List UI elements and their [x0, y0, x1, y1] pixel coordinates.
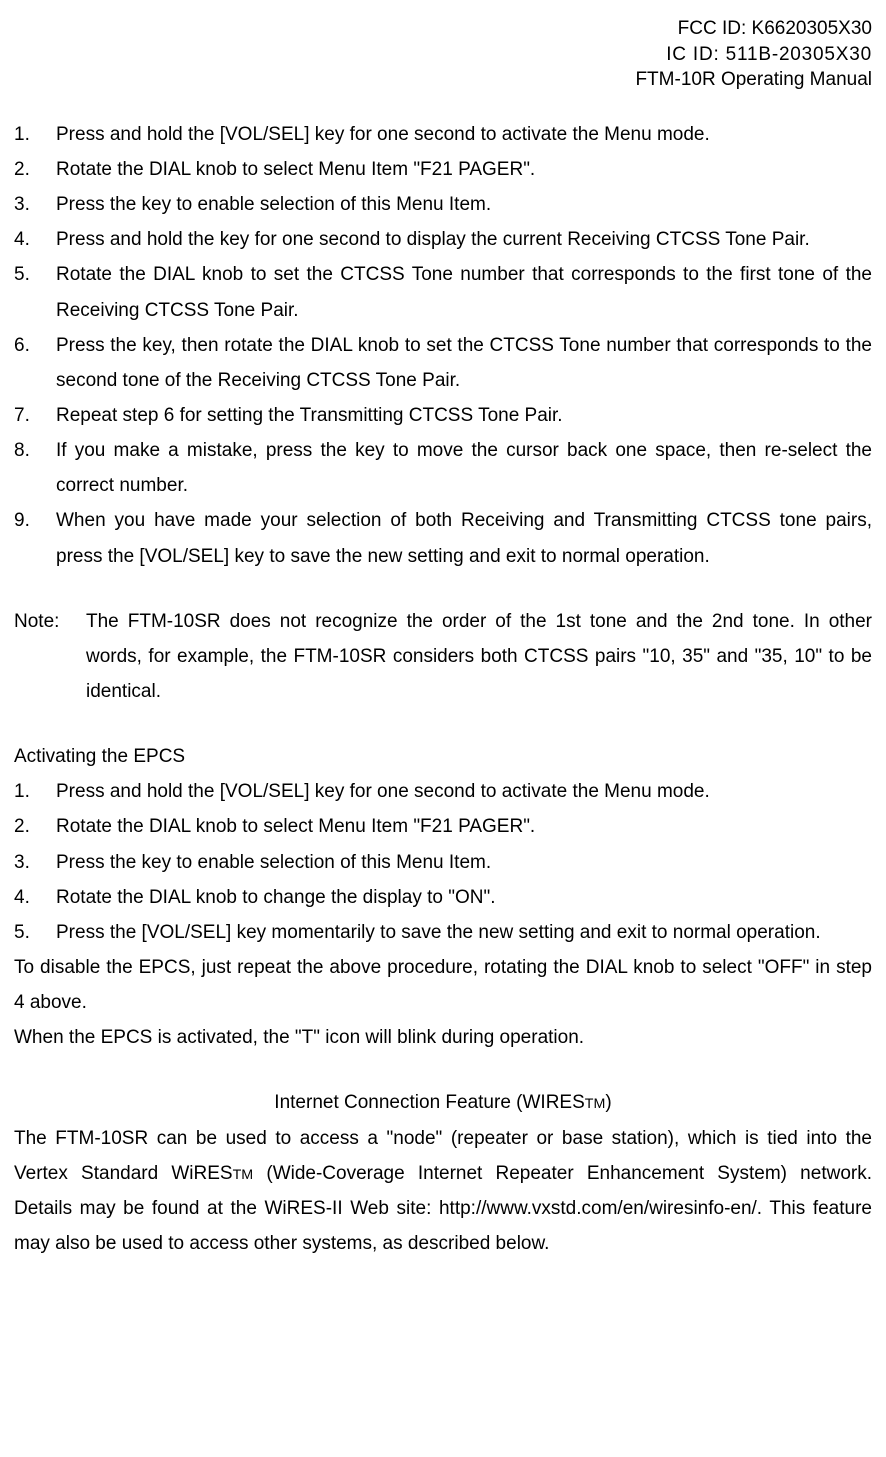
list-item: 5.Press the [VOL/SEL] key momentarily to…	[14, 915, 872, 950]
list-item-number: 4.	[14, 880, 56, 915]
list-item: 9.When you have made your selection of b…	[14, 503, 872, 573]
header-manual-title: FTM-10R Operating Manual	[14, 67, 872, 93]
list-item-text: When you have made your selection of bot…	[56, 503, 872, 573]
disable-epcs-paragraph: To disable the EPCS, just repeat the abo…	[14, 950, 872, 1020]
list-item-number: 3.	[14, 187, 56, 222]
list-item: 3.Press the key to enable selection of t…	[14, 845, 872, 880]
heading-text-pre: Internet Connection Feature (WIRES	[274, 1092, 584, 1113]
list-item-text: Rotate the DIAL knob to change the displ…	[56, 880, 872, 915]
list-item-number: 5.	[14, 257, 56, 327]
list-item-text: Press and hold the [VOL/SEL] key for one…	[56, 117, 872, 152]
list-item-number: 4.	[14, 222, 56, 257]
document-header: FCC ID: K6620305X30 IC ID: 511B-20305X30…	[14, 16, 872, 93]
list-item-text: If you make a mistake, press the key to …	[56, 433, 872, 503]
list-item-number: 1.	[14, 774, 56, 809]
list-item-number: 3.	[14, 845, 56, 880]
heading-text-post: )	[605, 1092, 611, 1113]
list-item-text: Press the [VOL/SEL] key momentarily to s…	[56, 915, 872, 950]
list-item-text: Rotate the DIAL knob to select Menu Item…	[56, 809, 872, 844]
note-block: Note: The FTM-10SR does not recognize th…	[14, 604, 872, 709]
list-item: 4.Press and hold the key for one second …	[14, 222, 872, 257]
header-fcc-id: FCC ID: K6620305X30	[14, 16, 872, 42]
list-item: 1.Press and hold the [VOL/SEL] key for o…	[14, 774, 872, 809]
note-label: Note:	[14, 604, 86, 709]
list-item-number: 2.	[14, 152, 56, 187]
list-item-text: Press the key to enable selection of thi…	[56, 187, 872, 222]
list-item: 1.Press and hold the [VOL/SEL] key for o…	[14, 117, 872, 152]
list-item-text: Rotate the DIAL knob to select Menu Item…	[56, 152, 872, 187]
list-item-text: Rotate the DIAL knob to set the CTCSS To…	[56, 257, 872, 327]
internet-connection-heading: Internet Connection Feature (WIRESTM)	[14, 1085, 872, 1120]
list-item-number: 1.	[14, 117, 56, 152]
list-item-text: Repeat step 6 for setting the Transmitti…	[56, 398, 872, 433]
list-item-number: 8.	[14, 433, 56, 503]
list-item: 3.Press the key to enable selection of t…	[14, 187, 872, 222]
list-item-text: Press and hold the key for one second to…	[56, 222, 872, 257]
list-item-number: 2.	[14, 809, 56, 844]
list-item-number: 5.	[14, 915, 56, 950]
list-item: 5.Rotate the DIAL knob to set the CTCSS …	[14, 257, 872, 327]
list-item-text: Press the key, then rotate the DIAL knob…	[56, 328, 872, 398]
list-item: 2.Rotate the DIAL knob to select Menu It…	[14, 152, 872, 187]
list-item: 4.Rotate the DIAL knob to change the dis…	[14, 880, 872, 915]
list-item-text: Press and hold the [VOL/SEL] key for one…	[56, 774, 872, 809]
list-item-number: 9.	[14, 503, 56, 573]
note-text: The FTM-10SR does not recognize the orde…	[86, 604, 872, 709]
activating-epcs-heading: Activating the EPCS	[14, 739, 872, 774]
header-ic-id: IC ID: 511B-20305X30	[14, 42, 872, 68]
list-item-text: Press the key to enable selection of thi…	[56, 845, 872, 880]
list-item: 6.Press the key, then rotate the DIAL kn…	[14, 328, 872, 398]
list-item: 2.Rotate the DIAL knob to select Menu It…	[14, 809, 872, 844]
ordered-list-a: 1.Press and hold the [VOL/SEL] key for o…	[14, 117, 872, 574]
internet-connection-paragraph: The FTM-10SR can be used to access a "no…	[14, 1121, 872, 1262]
para-c-tm: TM	[233, 1167, 254, 1183]
list-item: 7.Repeat step 6 for setting the Transmit…	[14, 398, 872, 433]
list-item-number: 6.	[14, 328, 56, 398]
list-item-number: 7.	[14, 398, 56, 433]
epcs-activated-paragraph: When the EPCS is activated, the "T" icon…	[14, 1020, 872, 1055]
heading-text-tm: TM	[585, 1096, 606, 1112]
ordered-list-b: 1.Press and hold the [VOL/SEL] key for o…	[14, 774, 872, 950]
list-item: 8.If you make a mistake, press the key t…	[14, 433, 872, 503]
